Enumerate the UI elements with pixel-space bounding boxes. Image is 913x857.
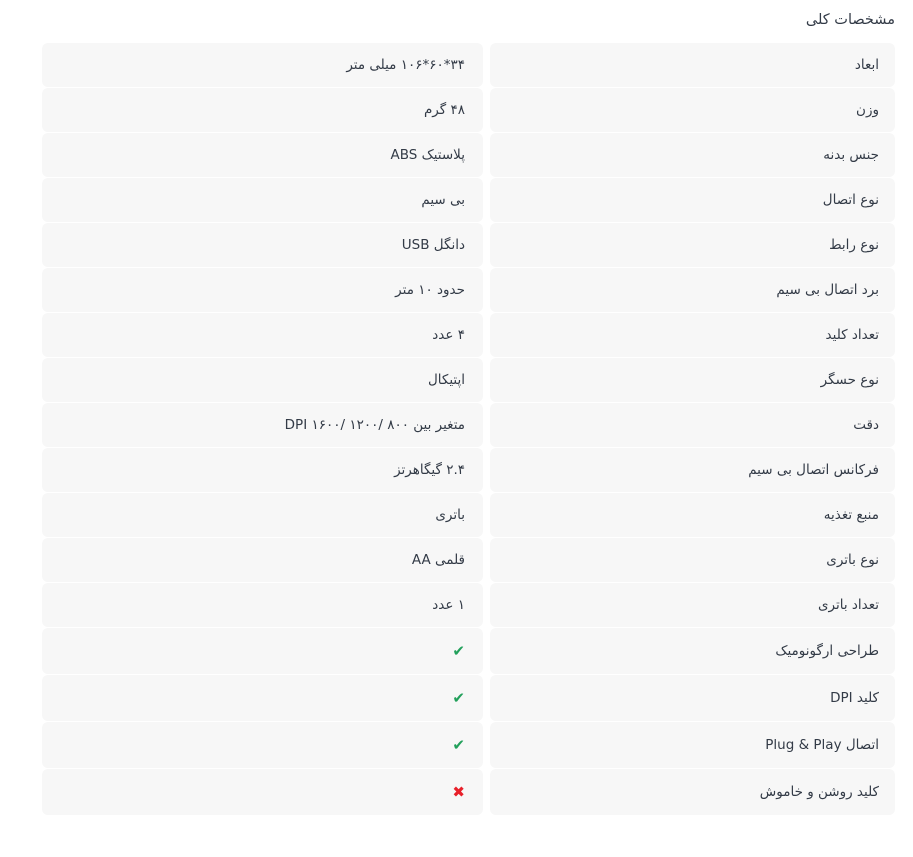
table-row: کلید DPI ✔	[0, 675, 895, 722]
spec-value-cell: باتری	[42, 493, 483, 538]
spec-value-cell: ✖	[42, 769, 483, 816]
spec-label-cell: نوع باتری	[490, 538, 895, 583]
spec-label-cell: منبع تغذیه	[490, 493, 895, 538]
table-row: دقت متغیر بین ۸۰۰ /۱۲۰۰ /۱۶۰۰ DPI	[0, 403, 895, 448]
table-row: فرکانس اتصال بی سیم ۲.۴ گیگاهرتز	[0, 448, 895, 493]
spec-value-cell: ✔	[42, 628, 483, 675]
table-row: برد اتصال بی سیم حدود ۱۰ متر	[0, 268, 895, 313]
table-row: تعداد باتری ۱ عدد	[0, 583, 895, 628]
check-icon: ✔	[452, 641, 465, 660]
spec-label-cell: کلید روشن و خاموش	[490, 769, 895, 816]
spec-value-cell: اپتیکال	[42, 358, 483, 403]
spec-value-cell: ✔	[42, 722, 483, 769]
cross-icon: ✖	[452, 782, 465, 801]
spec-label-cell: نوع اتصال	[490, 178, 895, 223]
spec-label-cell: کلید DPI	[490, 675, 895, 722]
spec-value-cell: ۳۴*۶۰*۱۰۶ میلی متر	[42, 43, 483, 88]
spec-value-cell: قلمی AA	[42, 538, 483, 583]
table-row: تعداد کلید ۴ عدد	[0, 313, 895, 358]
table-row: ابعاد ۳۴*۶۰*۱۰۶ میلی متر	[0, 43, 895, 88]
spec-value-cell: پلاستیک ABS	[42, 133, 483, 178]
spec-label-cell: نوع حسگر	[490, 358, 895, 403]
page-title: مشخصات کلی	[805, 12, 895, 28]
table-row: نوع حسگر اپتیکال	[0, 358, 895, 403]
spec-value-cell: ۴۸ گرم	[42, 88, 483, 133]
spec-value-cell: ۱ عدد	[42, 583, 483, 628]
spec-label-cell: تعداد کلید	[490, 313, 895, 358]
specifications-table: ابعاد ۳۴*۶۰*۱۰۶ میلی متر وزن ۴۸ گرم جنس بدنه…	[0, 43, 895, 816]
spec-value-cell: حدود ۱۰ متر	[42, 268, 483, 313]
spec-value-cell: ۴ عدد	[42, 313, 483, 358]
table-row: نوع اتصال بی سیم	[0, 178, 895, 223]
spec-label-cell: وزن	[490, 88, 895, 133]
spec-label-cell: برد اتصال بی سیم	[490, 268, 895, 313]
table-row: جنس بدنه پلاستیک ABS	[0, 133, 895, 178]
general-specifications-panel: مشخصات کلی ابعاد ۳۴*۶۰*۱۰۶ میلی متر وزن ۴۸ …	[0, 0, 913, 816]
table-row: وزن ۴۸ گرم	[0, 88, 895, 133]
check-icon: ✔	[452, 688, 465, 707]
spec-label-cell: دقت	[490, 403, 895, 448]
spec-value-cell: ✔	[42, 675, 483, 722]
spec-label-cell: تعداد باتری	[490, 583, 895, 628]
spec-value-cell: دانگل USB	[42, 223, 483, 268]
table-row: نوع رابط دانگل USB	[0, 223, 895, 268]
spec-value-cell: ۲.۴ گیگاهرتز	[42, 448, 483, 493]
table-row: منبع تغذیه باتری	[0, 493, 895, 538]
spec-label-cell: جنس بدنه	[490, 133, 895, 178]
spec-value-cell: متغیر بین ۸۰۰ /۱۲۰۰ /۱۶۰۰ DPI	[42, 403, 483, 448]
spec-label-cell: اتصال Plug & Play	[490, 722, 895, 769]
check-icon: ✔	[452, 735, 465, 754]
table-row: نوع باتری قلمی AA	[0, 538, 895, 583]
spec-label-cell: نوع رابط	[490, 223, 895, 268]
table-row: اتصال Plug & Play ✔	[0, 722, 895, 769]
spec-label-cell: طراحی ارگونومیک	[490, 628, 895, 675]
table-row: طراحی ارگونومیک ✔	[0, 628, 895, 675]
spec-label-cell: فرکانس اتصال بی سیم	[490, 448, 895, 493]
spec-value-cell: بی سیم	[42, 178, 483, 223]
table-row: کلید روشن و خاموش ✖	[0, 769, 895, 816]
spec-label-cell: ابعاد	[490, 43, 895, 88]
